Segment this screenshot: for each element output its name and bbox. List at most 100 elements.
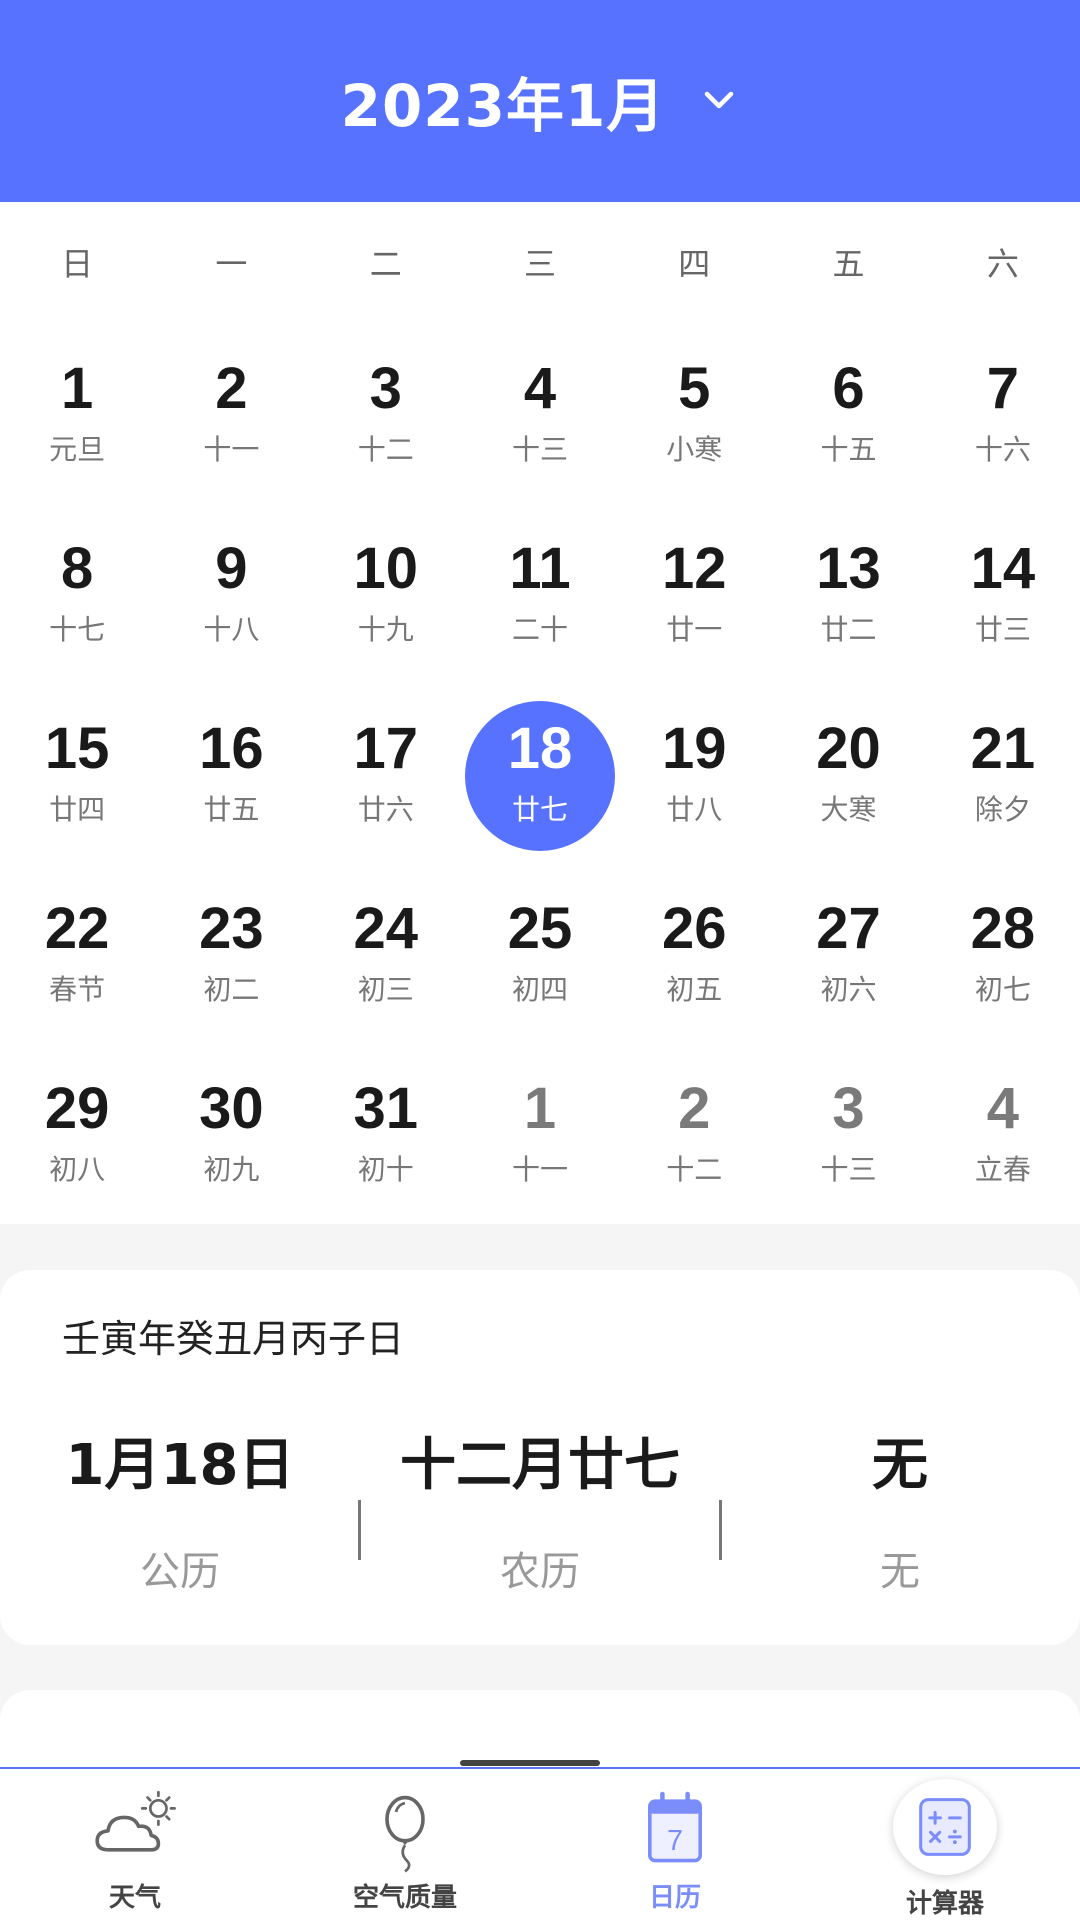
day-cell[interactable]: 29 初八 xyxy=(0,1042,154,1222)
day-number: 3 xyxy=(369,355,402,421)
day-cell[interactable]: 16 廿五 xyxy=(154,682,308,862)
day-number: 18 xyxy=(507,715,573,781)
day-cell-selected[interactable]: 18 廿七 xyxy=(463,682,617,862)
lunar-day-label: 十三 xyxy=(820,1153,877,1187)
day-cell[interactable]: 2 十一 xyxy=(154,322,308,502)
day-cell[interactable]: 14 廿三 xyxy=(926,502,1080,682)
day-number: 6 xyxy=(832,355,865,421)
day-cell[interactable]: 4 十三 xyxy=(463,322,617,502)
lunar-day-label: 十三 xyxy=(511,433,568,467)
day-cell[interactable]: 21 除夕 xyxy=(926,682,1080,862)
day-cell[interactable]: 19 廿八 xyxy=(617,682,771,862)
day-cell-next-month[interactable]: 2 十二 xyxy=(617,1042,771,1222)
day-cell[interactable]: 24 初三 xyxy=(309,862,463,1042)
day-cell[interactable]: 25 初四 xyxy=(463,862,617,1042)
lunar-day-label: 初九 xyxy=(203,1153,260,1187)
day-cell[interactable]: 28 初七 xyxy=(926,862,1080,1042)
day-cell[interactable]: 31 初十 xyxy=(309,1042,463,1222)
day-cell[interactable]: 27 初六 xyxy=(771,862,925,1042)
day-cell[interactable]: 3 十二 xyxy=(309,322,463,502)
lunar-day-label: 十二 xyxy=(666,1153,723,1187)
day-number: 29 xyxy=(44,1075,110,1141)
day-cell[interactable]: 12 廿一 xyxy=(617,502,771,682)
day-number: 14 xyxy=(970,535,1036,601)
day-number: 4 xyxy=(986,1075,1019,1141)
day-number: 8 xyxy=(61,535,94,601)
day-cell[interactable]: 6 十五 xyxy=(771,322,925,502)
lunar-day-label: 初五 xyxy=(666,973,723,1007)
day-number: 24 xyxy=(353,895,418,961)
festival-label: 无 xyxy=(880,1549,920,1595)
day-cell[interactable]: 13 廿二 xyxy=(771,502,925,682)
lunar-day-label: 廿四 xyxy=(49,793,106,827)
lunar-day-label: 十七 xyxy=(49,613,106,647)
day-cell[interactable]: 10 十九 xyxy=(309,502,463,682)
day-cell[interactable]: 9 十八 xyxy=(154,502,308,682)
day-number: 2 xyxy=(678,1075,711,1141)
bottom-navigation: 天气 空气质量 7 日历 计算器 xyxy=(0,1767,1080,1920)
day-cell[interactable]: 30 初九 xyxy=(154,1042,308,1222)
weekday-label: 五 xyxy=(832,245,865,283)
day-number: 17 xyxy=(353,715,418,781)
day-number: 23 xyxy=(199,895,264,961)
weekday-label: 四 xyxy=(678,245,711,283)
month-title[interactable]: 2023年1月 xyxy=(341,59,666,143)
weekday-label: 二 xyxy=(369,245,402,283)
column-divider xyxy=(719,1500,722,1560)
day-cell[interactable]: 22 春节 xyxy=(0,862,154,1042)
day-number: 7 xyxy=(986,355,1019,421)
lunar-day-label: 廿七 xyxy=(511,793,568,827)
calendar-panel: 日 一 二 三 四 五 六 1 元旦 2 十一 3 十二 4 十三 5 小寒 6 十五 7 十六 8 十七 9 十… xyxy=(0,202,1080,1224)
weekday-row: 日 一 二 三 四 五 六 xyxy=(0,202,1080,322)
day-cell[interactable]: 5 小寒 xyxy=(617,322,771,502)
day-cell[interactable]: 20 大寒 xyxy=(771,682,925,862)
day-number: 10 xyxy=(353,535,418,601)
lunar-day-label: 初七 xyxy=(974,973,1031,1007)
day-cell[interactable]: 11 二十 xyxy=(463,502,617,682)
day-number: 1 xyxy=(61,355,94,421)
date-info-card: 壬寅年癸丑月丙子日 1月18日 公历 十二月廿七 农历 无 无 xyxy=(0,1270,1080,1645)
lunar-day-label: 初十 xyxy=(357,1153,414,1187)
day-number: 13 xyxy=(816,535,881,601)
nav-air-quality-label: 空气质量 xyxy=(352,1883,457,1913)
festival-value: 无 xyxy=(872,1433,928,1498)
day-number: 27 xyxy=(816,895,881,961)
weekday-label: 六 xyxy=(986,245,1019,283)
lunar-day-label: 十九 xyxy=(357,613,414,647)
day-number: 1 xyxy=(523,1075,557,1141)
nav-air-quality[interactable]: 空气质量 xyxy=(270,1769,540,1920)
day-number: 20 xyxy=(816,715,881,781)
day-cell[interactable]: 7 十六 xyxy=(926,322,1080,502)
calculator-icon xyxy=(919,1798,971,1856)
day-number: 25 xyxy=(507,895,573,961)
weekday-label: 三 xyxy=(523,245,556,283)
month-header[interactable]: 2023年1月 xyxy=(0,0,1080,202)
nav-weather[interactable]: 天气 xyxy=(0,1769,270,1920)
calendar-icon: 7 xyxy=(648,1791,702,1863)
day-cell[interactable]: 23 初二 xyxy=(154,862,308,1042)
day-number: 19 xyxy=(662,715,727,781)
day-cell[interactable]: 1 元旦 xyxy=(0,322,154,502)
lunar-day-label: 初四 xyxy=(511,973,568,1007)
day-cell[interactable]: 8 十七 xyxy=(0,502,154,682)
lunar-day-label: 小寒 xyxy=(666,433,723,467)
day-number: 11 xyxy=(509,535,571,601)
chevron-down-icon[interactable] xyxy=(699,81,739,121)
balloon-icon xyxy=(385,1795,425,1873)
lunar-day-label: 春节 xyxy=(49,973,106,1007)
weekday-label: 日 xyxy=(61,245,94,283)
nav-calendar[interactable]: 7 日历 xyxy=(540,1769,810,1920)
nav-calculator[interactable]: 计算器 xyxy=(810,1769,1080,1920)
lunar-day-label: 初二 xyxy=(203,973,260,1007)
lunar-day-label: 十五 xyxy=(820,433,877,467)
day-cell-next-month[interactable]: 4 立春 xyxy=(926,1042,1080,1222)
lunar-day-label: 大寒 xyxy=(820,793,877,827)
day-grid: 1 元旦 2 十一 3 十二 4 十三 5 小寒 6 十五 7 十六 8 十七 9 十八 10 十九 11 二十 12 廿一 1… xyxy=(0,322,1080,1222)
day-number: 4 xyxy=(523,355,557,421)
day-cell-next-month[interactable]: 1 十一 xyxy=(463,1042,617,1222)
day-cell[interactable]: 17 廿六 xyxy=(309,682,463,862)
day-cell[interactable]: 26 初五 xyxy=(617,862,771,1042)
day-cell-next-month[interactable]: 3 十三 xyxy=(771,1042,925,1222)
lunar-day-label: 十二 xyxy=(357,433,414,467)
day-cell[interactable]: 15 廿四 xyxy=(0,682,154,862)
